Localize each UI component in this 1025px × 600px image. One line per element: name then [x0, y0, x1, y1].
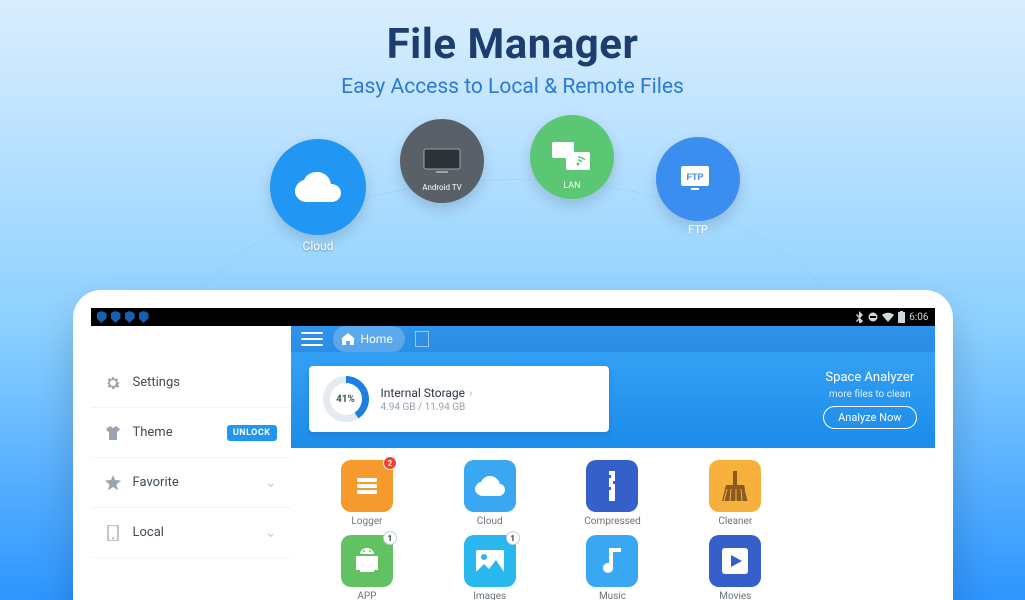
- sidebar-label: Settings: [133, 375, 180, 390]
- breadcrumb-home[interactable]: Home: [333, 326, 405, 352]
- gear-icon: [105, 375, 121, 391]
- feature-lan: LAN: [530, 115, 614, 213]
- category-grid: 2 Logger Cloud Compress: [291, 448, 935, 600]
- tabs-button[interactable]: [415, 331, 429, 347]
- ftp-icon: FTP: [656, 137, 740, 221]
- hero-title: File Manager: [0, 20, 1025, 69]
- feature-cloud-label: Cloud: [270, 239, 366, 253]
- tile-label: Logger: [311, 516, 424, 527]
- sidebar-item-theme[interactable]: Theme UNLOCK: [91, 408, 291, 458]
- feature-ftp: FTP FTP: [656, 137, 740, 238]
- tile-app[interactable]: 1 APP: [311, 535, 424, 600]
- tile-label: APP: [311, 591, 424, 600]
- tile-label: Music: [556, 591, 669, 600]
- android-statusbar: 6:06: [91, 308, 935, 326]
- shield-icon: [125, 311, 135, 323]
- main-panel: Home 41% Internal Storage ›: [291, 326, 935, 600]
- tile-logger[interactable]: 2 Logger: [311, 460, 424, 527]
- wifi-icon: [882, 312, 894, 322]
- feature-androidtv: Android TV: [400, 119, 484, 216]
- app-icon: 1: [341, 535, 393, 587]
- movies-icon: [709, 535, 761, 587]
- analyzer-subtitle: more files to clean: [829, 389, 911, 400]
- tile-movies[interactable]: Movies: [679, 535, 792, 600]
- tile-images[interactable]: 1 Images: [433, 535, 546, 600]
- analyzer-title: Space Analyzer: [825, 370, 914, 385]
- tile-cloud[interactable]: Cloud: [433, 460, 546, 527]
- battery-icon: [898, 311, 905, 323]
- sidebar-label: Favorite: [133, 475, 179, 490]
- logger-icon: 2: [341, 460, 393, 512]
- shield-icon: [111, 311, 121, 323]
- sidebar-label: Local: [133, 525, 164, 540]
- tile-cleaner[interactable]: Cleaner: [679, 460, 792, 527]
- feature-lan-label: LAN: [530, 181, 614, 191]
- bluetooth-icon: [856, 311, 864, 323]
- svg-text:FTP: FTP: [687, 172, 704, 182]
- compressed-icon: [586, 460, 638, 512]
- badge: 1: [506, 531, 520, 545]
- feature-androidtv-label: Android TV: [400, 183, 484, 192]
- tile-label: Cloud: [433, 516, 546, 527]
- tile-compressed[interactable]: Compressed: [556, 460, 669, 527]
- topbar: Home: [291, 326, 935, 352]
- sidebar-item-favorite[interactable]: Favorite ⌄: [91, 458, 291, 508]
- home-icon: [341, 332, 355, 346]
- star-icon: [105, 475, 121, 491]
- shield-icon: [139, 311, 149, 323]
- badge: 2: [383, 456, 397, 470]
- sidebar: Settings Theme UNLOCK Favorite ⌄: [91, 326, 291, 600]
- tile-music[interactable]: Music: [556, 535, 669, 600]
- dnd-icon: [868, 312, 878, 322]
- feature-cloud: Cloud: [270, 139, 366, 253]
- chevron-down-icon: ⌄: [265, 475, 277, 491]
- device-screen: 6:06 Settings Theme UNLOCK: [91, 308, 935, 600]
- storage-donut: 41%: [323, 376, 369, 422]
- info-band: 41% Internal Storage › 4.94 GB / 11.94 G…: [291, 352, 935, 448]
- cloud-tile-icon: [464, 460, 516, 512]
- badge: 1: [383, 531, 397, 545]
- images-icon: 1: [464, 535, 516, 587]
- sidebar-item-settings[interactable]: Settings: [91, 358, 291, 408]
- statusbar-right: 6:06: [856, 311, 928, 323]
- feature-circles: Cloud Android TV LAN FTP FTP: [0, 119, 1025, 259]
- music-icon: [586, 535, 638, 587]
- sidebar-item-local[interactable]: Local ⌄: [91, 508, 291, 558]
- tile-label: Movies: [679, 591, 792, 600]
- breadcrumb-label: Home: [361, 332, 393, 346]
- storage-title: Internal Storage: [381, 386, 466, 400]
- cloud-icon: [270, 139, 366, 235]
- storage-detail: 4.94 GB / 11.94 GB: [381, 402, 473, 413]
- statusbar-time: 6:06: [909, 312, 928, 323]
- feature-ftp-label: FTP: [656, 223, 740, 236]
- unlock-badge[interactable]: UNLOCK: [227, 425, 277, 441]
- tablet-mockup: 6:06 Settings Theme UNLOCK: [73, 290, 953, 600]
- statusbar-left: [97, 311, 149, 323]
- phone-icon: [105, 525, 121, 541]
- tile-label: Images: [433, 591, 546, 600]
- shield-icon: [97, 311, 107, 323]
- chevron-down-icon: ⌄: [265, 525, 277, 541]
- sidebar-label: Theme: [133, 425, 173, 440]
- tile-label: Cleaner: [679, 516, 792, 527]
- hamburger-button[interactable]: [301, 332, 323, 346]
- storage-percent: 41%: [336, 394, 355, 405]
- shirt-icon: [105, 425, 121, 441]
- cleaner-icon: [709, 460, 761, 512]
- app-body: Settings Theme UNLOCK Favorite ⌄: [91, 326, 935, 600]
- analyze-now-button[interactable]: Analyze Now: [823, 406, 916, 429]
- tile-label: Compressed: [556, 516, 669, 527]
- space-analyzer: Space Analyzer more files to clean Analy…: [823, 370, 916, 429]
- storage-card[interactable]: 41% Internal Storage › 4.94 GB / 11.94 G…: [309, 366, 609, 432]
- chevron-right-icon: ›: [469, 386, 473, 400]
- hero-subtitle: Easy Access to Local & Remote Files: [0, 75, 1025, 99]
